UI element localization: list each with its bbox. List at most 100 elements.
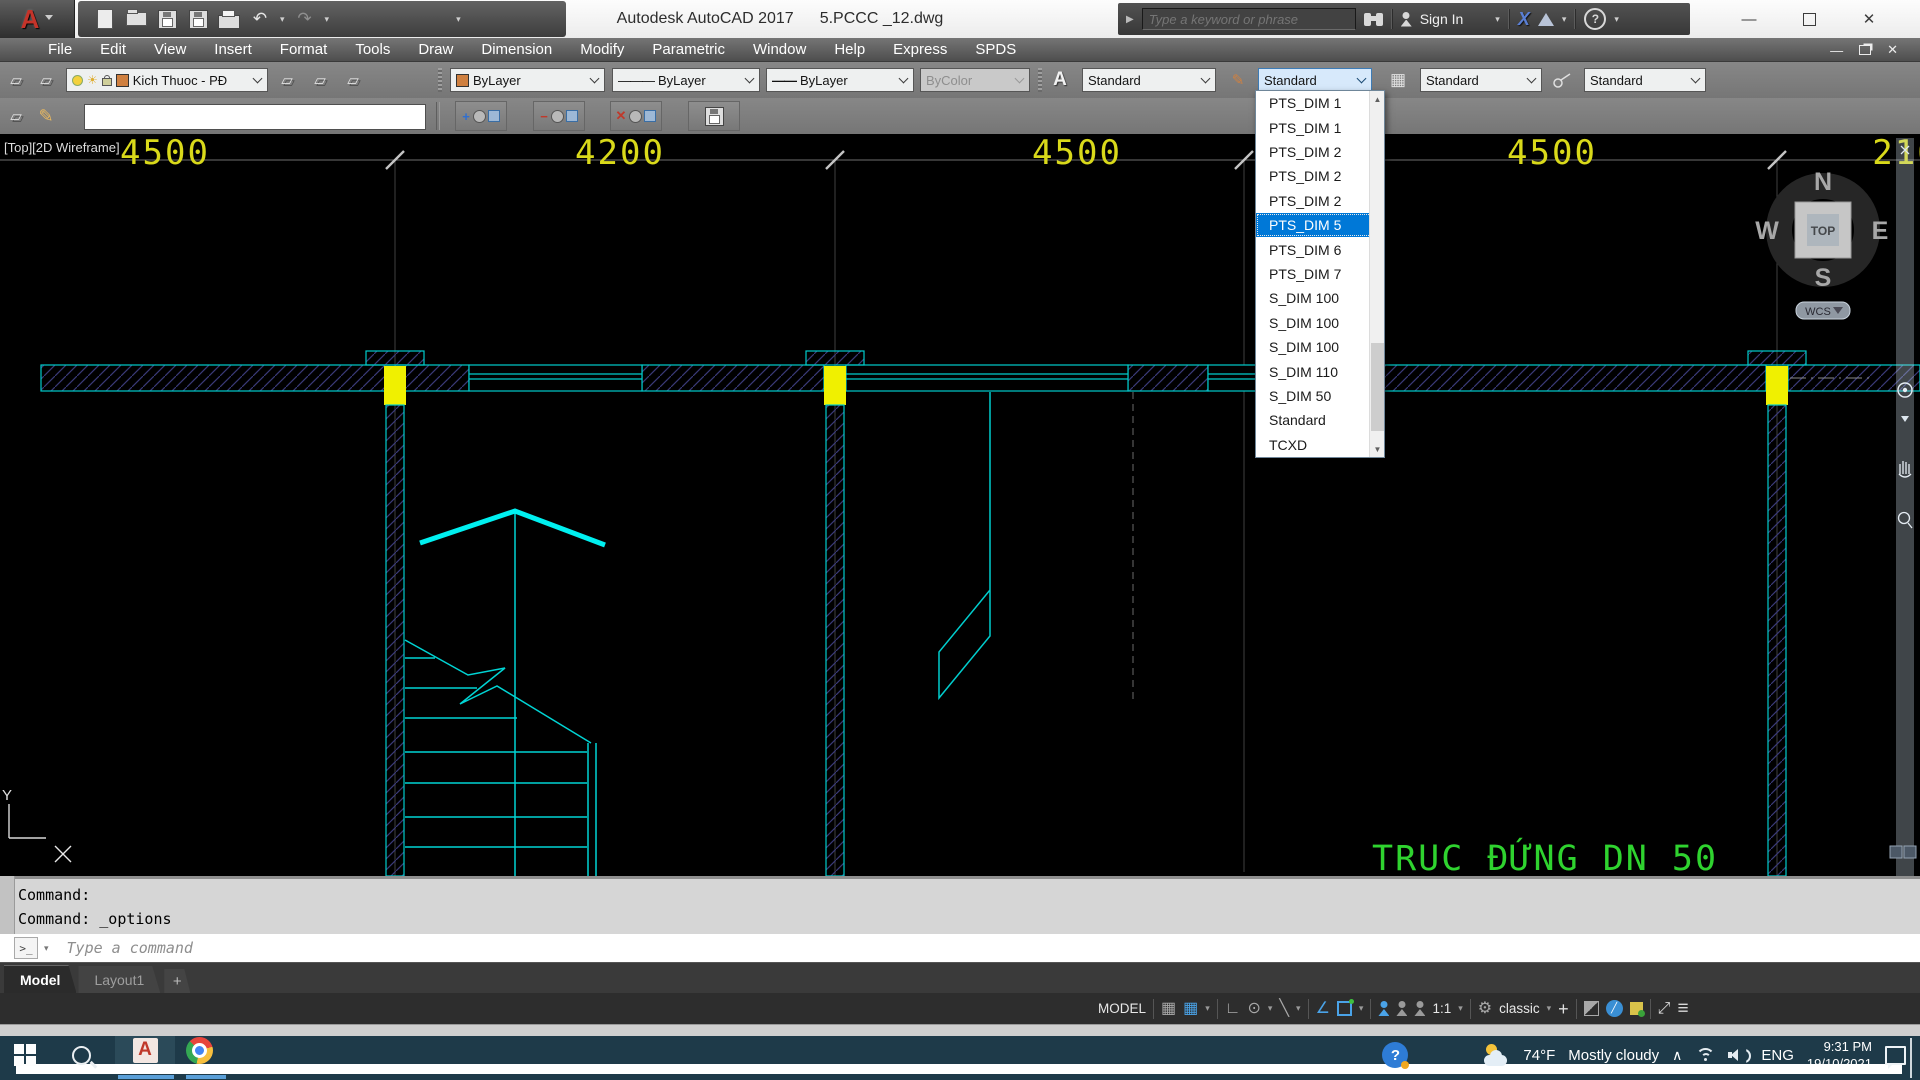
layer-isolate-button[interactable]: ▱ xyxy=(339,67,367,93)
layer-combo[interactable]: ☀ Kich Thuoc - PĐ xyxy=(66,68,268,92)
a360-dropdown[interactable]: ▾ xyxy=(1562,14,1567,25)
viewport-controls-label[interactable]: [Top][2D Wireframe] xyxy=(4,140,120,155)
dropdown-item[interactable]: S_DIM 110 xyxy=(1256,359,1384,383)
menu-parametric[interactable]: Parametric xyxy=(638,38,739,62)
linetype-combo[interactable]: ——— ByLayer xyxy=(612,68,760,92)
sign-in-button[interactable]: Sign In xyxy=(1420,11,1464,27)
move-pan-plus-icon[interactable]: + xyxy=(1558,1000,1569,1018)
wifi-icon[interactable] xyxy=(1695,1048,1715,1062)
mleader-style-combo[interactable]: Standard xyxy=(1584,68,1706,92)
command-input-row[interactable]: >_ ▾ Type a command xyxy=(0,934,1920,962)
table-style-combo[interactable]: Standard xyxy=(1420,68,1542,92)
object-snap-tracking-icon[interactable]: ∠ xyxy=(1316,1001,1330,1017)
annotation-monitor-icon[interactable] xyxy=(1584,1001,1599,1016)
volume-icon[interactable] xyxy=(1728,1048,1748,1062)
tab-model[interactable]: Model xyxy=(4,965,76,993)
mleader-style-button[interactable] xyxy=(1548,67,1576,93)
snap-grid-icon[interactable]: ▦ xyxy=(1183,1001,1198,1017)
menu-dimension[interactable]: Dimension xyxy=(467,38,566,62)
table-style-button[interactable]: ▦ xyxy=(1384,67,1412,93)
left-dock-toolbar-button[interactable]: ▱ xyxy=(2,67,30,93)
dropdown-scrollbar[interactable]: ▲ ▼ xyxy=(1369,91,1384,457)
osnap-dropdown[interactable]: ▾ xyxy=(1359,1003,1364,1014)
ortho-mode-icon[interactable]: ∟ xyxy=(1225,1001,1241,1017)
dropdown-item[interactable]: S_DIM 50 xyxy=(1256,384,1384,408)
annotation-scale-icon[interactable] xyxy=(1414,1001,1425,1016)
layer-thaw-icon[interactable]: ☀ xyxy=(87,73,98,87)
open-button[interactable] xyxy=(125,8,147,30)
undo-button[interactable]: ↶ xyxy=(249,8,271,30)
doc-minimize-button[interactable]: — xyxy=(1830,43,1843,58)
application-menu-button[interactable]: A xyxy=(0,0,75,38)
text-style-combo[interactable]: Standard xyxy=(1082,68,1216,92)
dropdown-item[interactable]: PTS_DIM 1 xyxy=(1256,115,1384,139)
show-desktop-button[interactable] xyxy=(1910,1038,1912,1078)
taskbar-chrome-button[interactable] xyxy=(186,1037,213,1064)
menu-window[interactable]: Window xyxy=(739,38,820,62)
layer-lock-icon[interactable] xyxy=(102,78,112,86)
taskbar-autocad-button[interactable]: A xyxy=(115,1036,175,1064)
isolate-objects-icon[interactable] xyxy=(1630,1002,1643,1015)
chevron-down-icon[interactable] xyxy=(590,74,600,84)
layer-properties-manager-button[interactable]: ▱ xyxy=(32,67,60,93)
new-layout-button[interactable]: + xyxy=(164,969,190,993)
workspace-dropdown[interactable]: ▾ xyxy=(1547,1003,1552,1014)
dropdown-item[interactable]: S_DIM 100 xyxy=(1256,286,1384,310)
help-icon[interactable]: ? xyxy=(1584,8,1606,30)
viewcube[interactable]: N S W E TOP WCS xyxy=(1755,168,1888,319)
layer-previous-button[interactable]: ▱ xyxy=(306,67,334,93)
search-input[interactable] xyxy=(1142,8,1356,30)
chevron-down-icon[interactable] xyxy=(253,74,263,84)
menu-edit[interactable]: Edit xyxy=(86,38,140,62)
sign-in-dropdown[interactable]: ▾ xyxy=(1495,14,1500,25)
customization-menu-icon[interactable]: ≡ xyxy=(1677,999,1688,1018)
a360-icon[interactable] xyxy=(1538,13,1554,26)
isometric-drafting-icon[interactable]: ╲ xyxy=(1279,1001,1289,1017)
close-button[interactable]: ✕ xyxy=(1850,6,1888,32)
command-history[interactable]: Command: Command: _options xyxy=(0,876,1920,934)
new-drawing-button[interactable] xyxy=(94,8,116,30)
dropdown-item[interactable]: S_DIM 100 xyxy=(1256,311,1384,335)
dropdown-item[interactable]: PTS_DIM 2 xyxy=(1256,140,1384,164)
chevron-down-icon[interactable] xyxy=(1691,74,1701,84)
dropdown-item[interactable]: Standard xyxy=(1256,408,1384,432)
dropdown-item[interactable]: PTS_DIM 2 xyxy=(1256,189,1384,213)
action-center-icon[interactable] xyxy=(1885,1046,1906,1065)
menu-view[interactable]: View xyxy=(140,38,200,62)
object-snap-icon[interactable] xyxy=(1337,1001,1352,1016)
group-name-input[interactable] xyxy=(84,104,426,130)
tab-layout1[interactable]: Layout1 xyxy=(78,966,160,993)
dropdown-item[interactable]: TCXD xyxy=(1256,433,1384,457)
chevron-down-icon[interactable] xyxy=(1527,74,1537,84)
annotation-visibility-icon[interactable] xyxy=(1378,1001,1389,1016)
left-dock-toolbar-button-2[interactable]: ▱ xyxy=(2,103,30,129)
viewcube-west[interactable]: W xyxy=(1755,217,1779,245)
qat-customize-button[interactable]: ▾ xyxy=(456,14,461,25)
save-button[interactable] xyxy=(156,8,178,30)
menu-tools[interactable]: Tools xyxy=(341,38,404,62)
menu-format[interactable]: Format xyxy=(266,38,342,62)
polar-dropdown[interactable]: ▾ xyxy=(1268,1003,1273,1014)
add-to-group-button[interactable]: + xyxy=(455,101,507,131)
help-tip-icon[interactable]: ? xyxy=(1382,1042,1408,1068)
menu-insert[interactable]: Insert xyxy=(200,38,266,62)
edit-group-button[interactable]: ✎ xyxy=(32,103,60,129)
lineweight-combo[interactable]: —— ByLayer xyxy=(766,68,914,92)
minimize-button[interactable]: — xyxy=(1730,6,1768,32)
scroll-down-button[interactable]: ▼ xyxy=(1370,441,1385,457)
chevron-down-icon[interactable] xyxy=(899,74,909,84)
layer-states-button[interactable]: ▱ xyxy=(273,67,301,93)
temperature-label[interactable]: 74°F xyxy=(1523,1047,1555,1064)
weather-icon[interactable] xyxy=(1482,1044,1510,1066)
infocenter-collapse-button[interactable]: ▶ xyxy=(1126,14,1134,25)
autoscale-icon[interactable] xyxy=(1396,1001,1407,1016)
chevron-down-icon[interactable] xyxy=(745,74,755,84)
polar-tracking-icon[interactable]: ⊙ xyxy=(1247,1001,1260,1017)
menu-spds[interactable]: SPDS xyxy=(961,38,1030,62)
redo-button[interactable]: ↷ xyxy=(294,8,316,30)
start-button[interactable] xyxy=(14,1039,36,1071)
command-options-dropdown[interactable]: ▾ xyxy=(44,943,49,954)
dropdown-item[interactable]: S_DIM 100 xyxy=(1256,335,1384,359)
annotation-scale-value[interactable]: 1:1 xyxy=(1432,1001,1451,1016)
menu-file[interactable]: File xyxy=(34,38,86,62)
